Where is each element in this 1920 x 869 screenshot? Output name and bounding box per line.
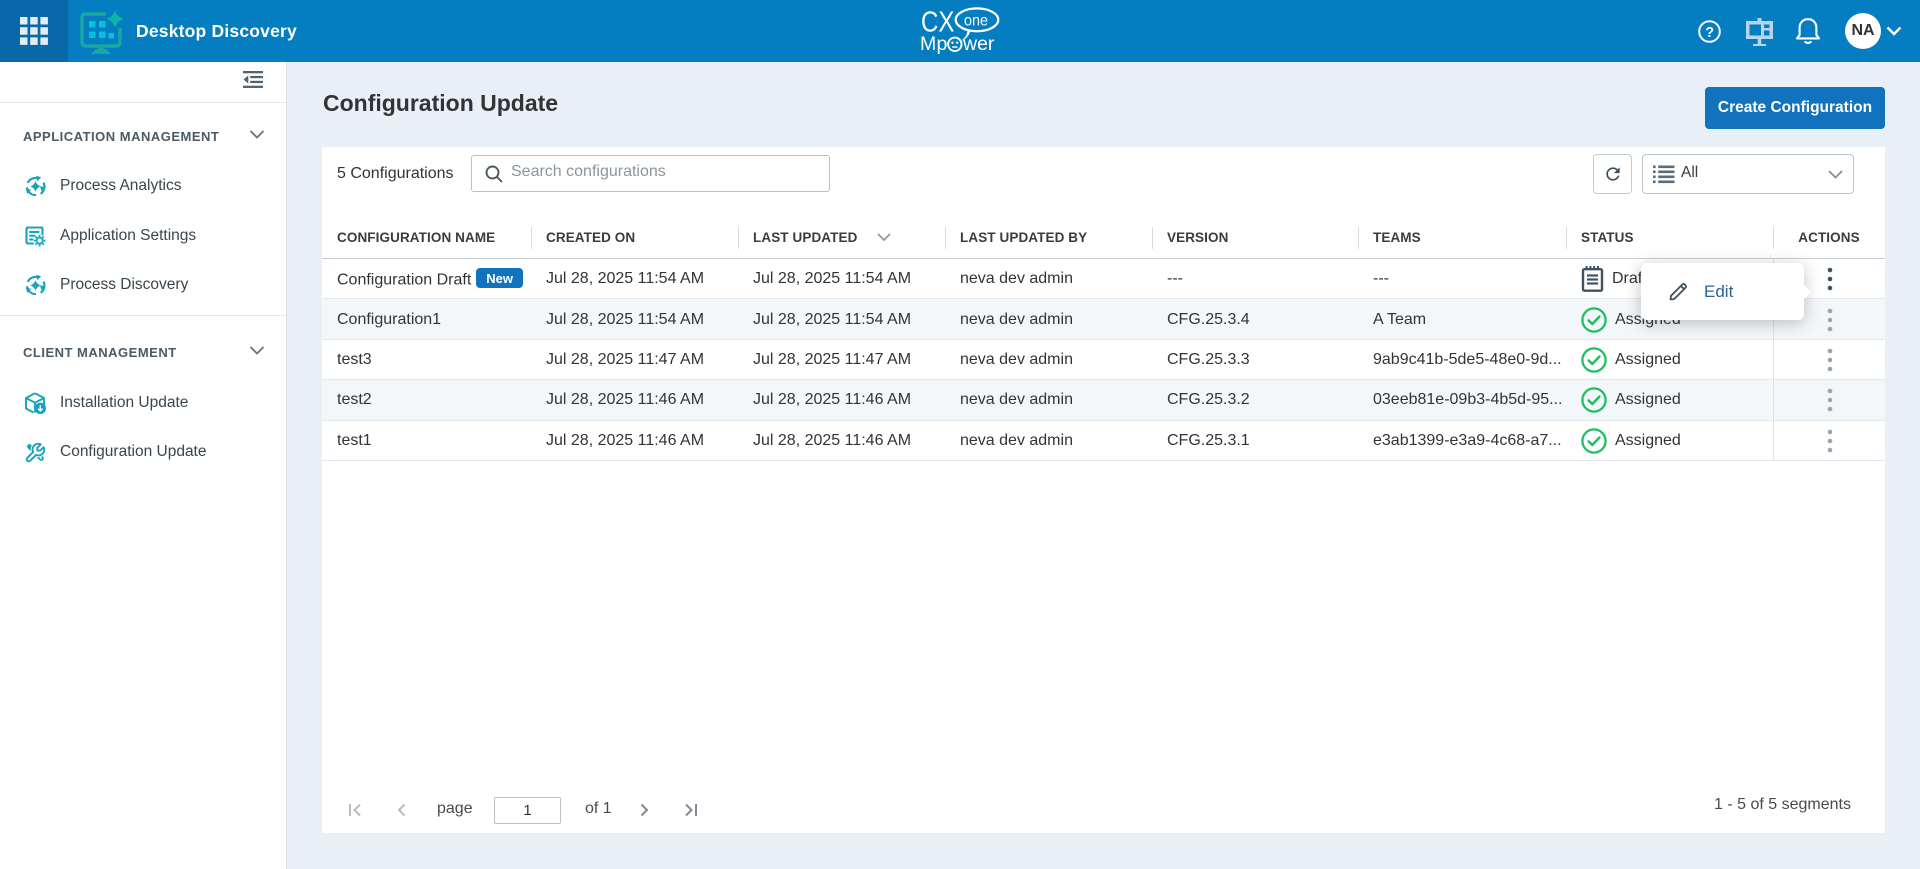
svg-text:M: M	[920, 33, 936, 55]
svg-text:p: p	[937, 33, 948, 55]
svg-text:wer: wer	[962, 33, 995, 55]
svg-text:one: one	[964, 12, 988, 30]
svg-text:?: ?	[1705, 25, 1714, 41]
